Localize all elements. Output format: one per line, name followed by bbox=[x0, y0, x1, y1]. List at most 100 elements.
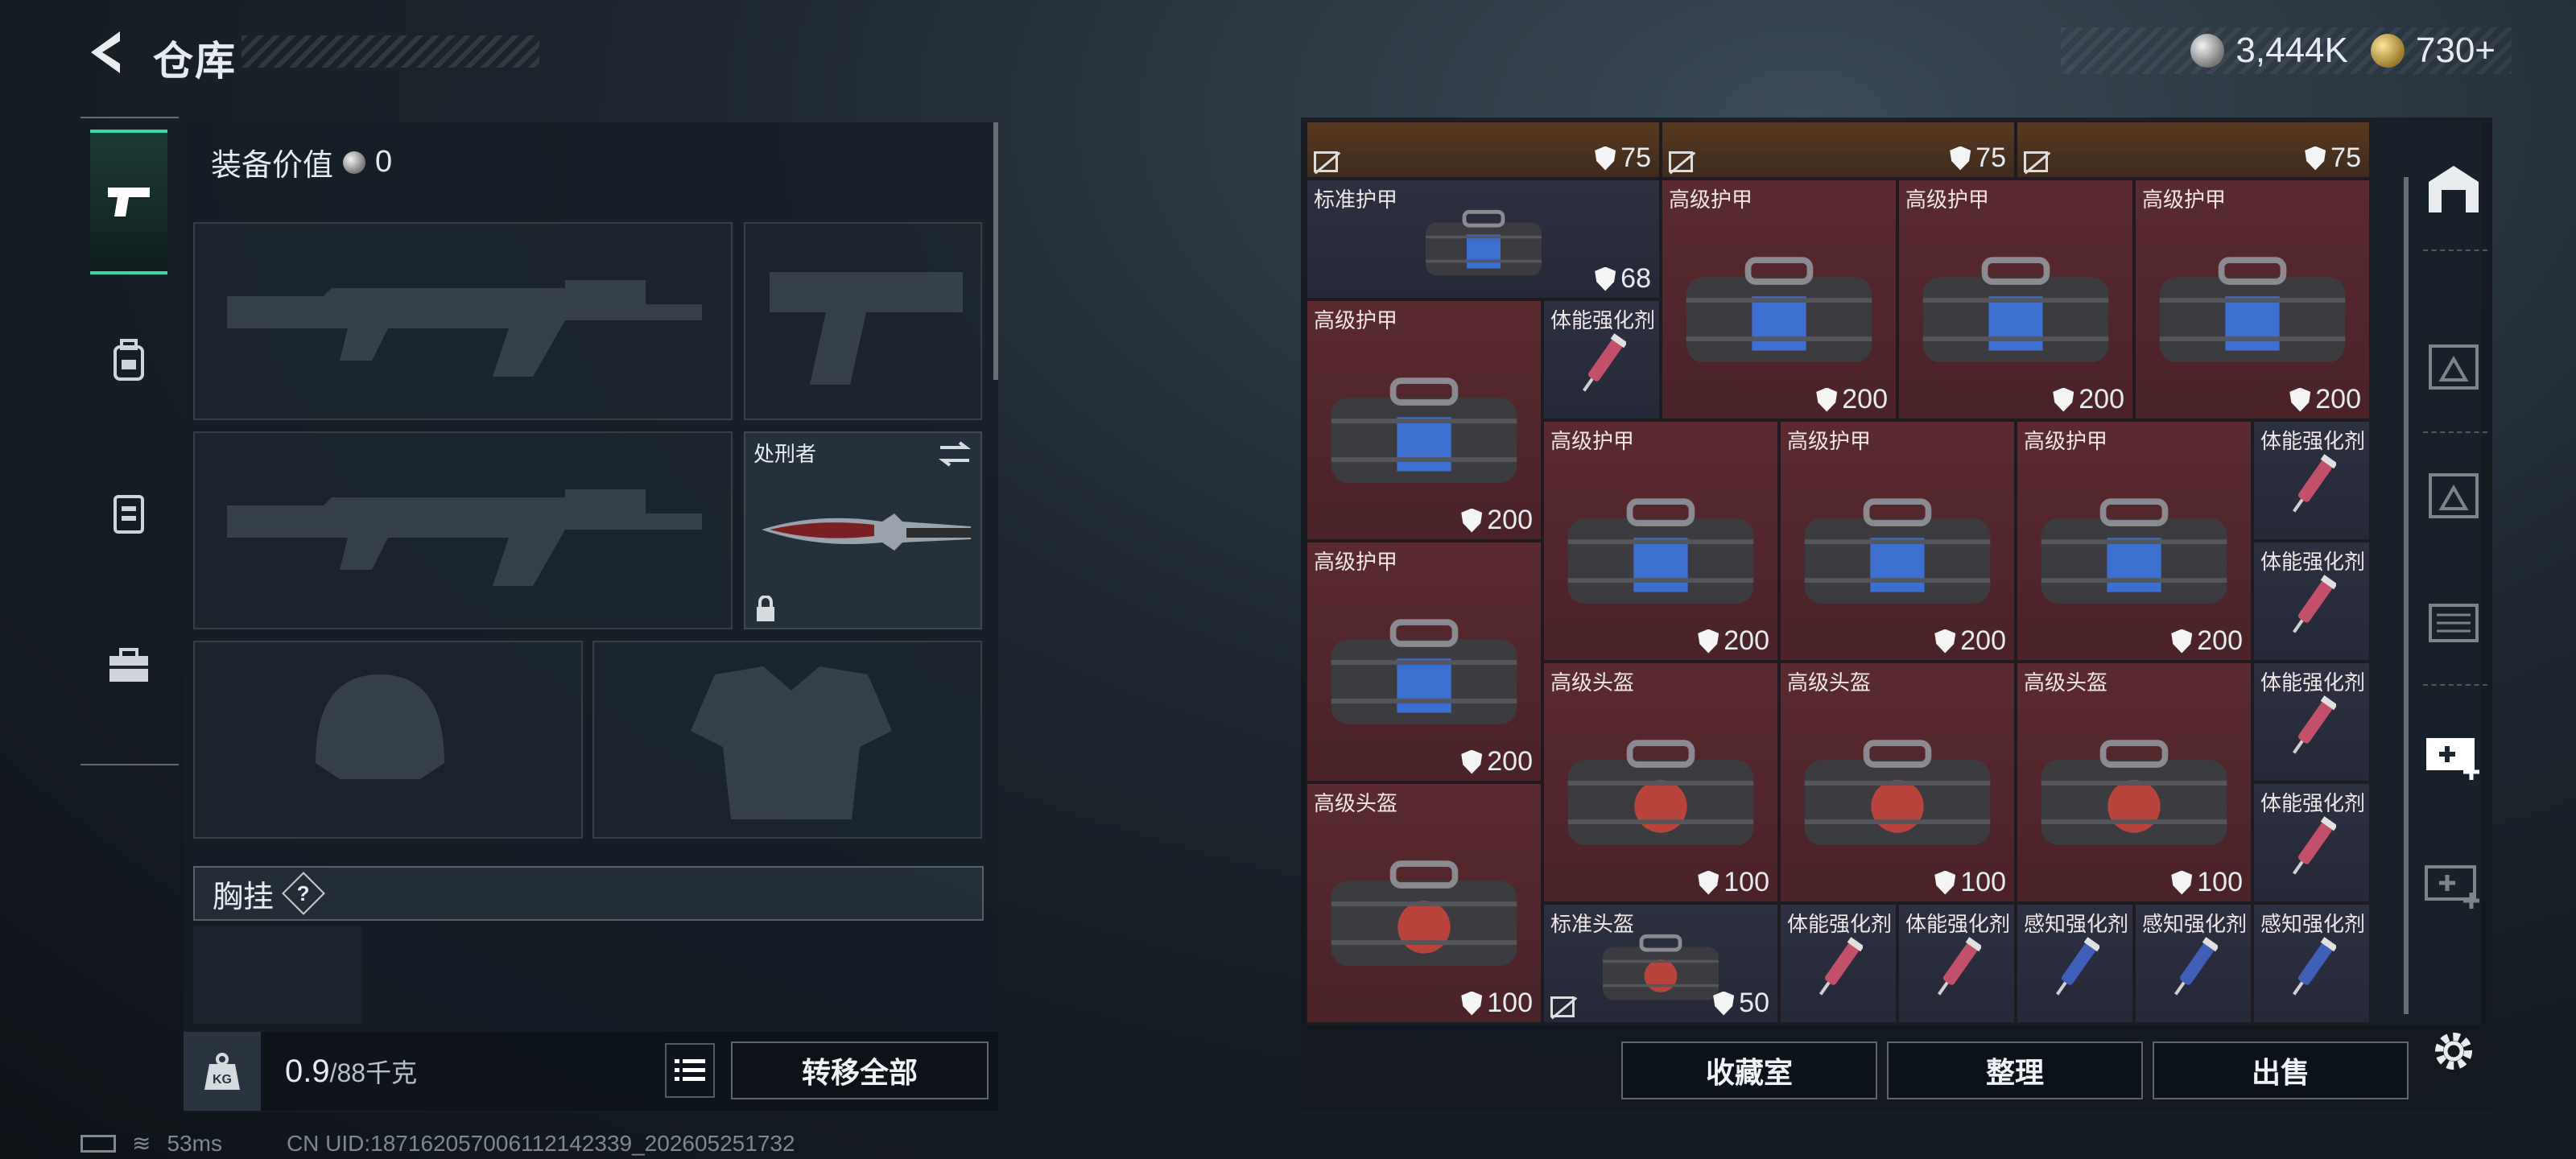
armor-bag-icon bbox=[1915, 239, 2116, 388]
stash-item[interactable]: 体能强化剂 bbox=[2252, 541, 2371, 662]
loadout-scrollbar[interactable] bbox=[993, 122, 998, 380]
shield-icon bbox=[1595, 146, 1616, 171]
settings-button[interactable] bbox=[2415, 1003, 2492, 1099]
item-value: 75 bbox=[1950, 142, 2006, 174]
help-icon[interactable]: ? bbox=[282, 872, 325, 915]
helmet-bag-icon bbox=[1323, 843, 1525, 992]
item-name: 高级头盔 bbox=[1787, 670, 1872, 695]
sell-button[interactable]: 出售 bbox=[2153, 1041, 2409, 1099]
item-value: 75 bbox=[1595, 142, 1651, 174]
stash-item[interactable]: 高级护甲 200 bbox=[1661, 179, 1897, 420]
list-view-button[interactable] bbox=[665, 1043, 715, 1098]
stash-item[interactable]: 高级护甲 200 bbox=[2134, 179, 2371, 420]
back-button[interactable] bbox=[77, 24, 134, 80]
shield-icon bbox=[2305, 146, 2326, 171]
item-value-text: 200 bbox=[1960, 625, 2006, 656]
stash-item[interactable]: 感知强化剂 bbox=[2016, 903, 2134, 1024]
transfer-all-button[interactable]: 转移全部 bbox=[731, 1041, 989, 1099]
nav-toolbox[interactable] bbox=[90, 593, 167, 738]
item-value-text: 75 bbox=[1620, 142, 1651, 173]
backpack-icon bbox=[114, 339, 144, 381]
stash-item[interactable]: 75 bbox=[2016, 121, 2371, 179]
syringe-red-icon bbox=[1933, 932, 1983, 1008]
secondary-weapon-slot[interactable] bbox=[193, 431, 733, 629]
nav-vest[interactable] bbox=[90, 440, 167, 585]
stash-item[interactable]: 体能强化剂 bbox=[2252, 420, 2371, 541]
stash-item[interactable]: 感知强化剂 bbox=[2252, 903, 2371, 1024]
rail-stash[interactable] bbox=[2415, 140, 2492, 237]
stash-item[interactable]: 体能强化剂 bbox=[2252, 782, 2371, 903]
gold-amount[interactable]: 730+ bbox=[2416, 31, 2496, 71]
sort-button[interactable]: 整理 bbox=[1887, 1041, 2143, 1099]
syringe-red-icon bbox=[2288, 691, 2338, 767]
stash-item[interactable]: 高级护甲 200 bbox=[1897, 179, 2134, 420]
stash-item[interactable]: 标准护甲 68 bbox=[1306, 179, 1661, 299]
stash-item[interactable]: 高级护甲 200 bbox=[1306, 541, 1542, 782]
stash-item[interactable]: 75 bbox=[1661, 121, 2016, 179]
stash-item[interactable]: 高级护甲 200 bbox=[2016, 420, 2252, 662]
melee-slot[interactable]: 处刑者 bbox=[744, 431, 982, 629]
weight-kg-icon: KG bbox=[184, 1032, 261, 1111]
rail-container-3[interactable] bbox=[2415, 571, 2492, 668]
item-name: 高级护甲 bbox=[1787, 429, 1872, 453]
rail-container-1[interactable] bbox=[2415, 319, 2492, 415]
stash-item[interactable]: 高级护甲 200 bbox=[1306, 299, 1542, 541]
rail-medkit-2[interactable] bbox=[2415, 834, 2492, 930]
ping-readout: 53ms bbox=[167, 1130, 222, 1156]
stash-item[interactable]: 体能强化剂 bbox=[2252, 662, 2371, 782]
stash-item[interactable]: 高级头盔 100 bbox=[1779, 662, 2016, 903]
syringe-red-icon bbox=[2288, 570, 2338, 646]
battery-icon bbox=[80, 1134, 116, 1153]
stash-item[interactable]: 体能强化剂 bbox=[1779, 903, 1897, 1024]
nav-weapons[interactable] bbox=[90, 130, 167, 274]
rail-divider bbox=[2423, 250, 2487, 251]
shield-icon bbox=[1461, 508, 1483, 533]
loadout-panel: 装备价值 0 处刑者 bbox=[184, 122, 998, 1112]
item-value-text: 100 bbox=[2197, 867, 2243, 897]
stash-item[interactable]: 高级头盔 100 bbox=[2016, 662, 2252, 903]
nav-backpack[interactable] bbox=[90, 287, 167, 432]
rifle-silhouette-icon bbox=[227, 280, 702, 377]
armor-slot[interactable] bbox=[592, 641, 982, 839]
rail-medkit-1[interactable] bbox=[2415, 705, 2492, 802]
item-value-text: 68 bbox=[1620, 263, 1651, 294]
chest-rig-slot[interactable] bbox=[193, 926, 362, 1024]
knife-icon bbox=[762, 514, 971, 551]
helmet-slot[interactable] bbox=[193, 641, 583, 839]
equipment-value: 装备价值 0 bbox=[211, 140, 392, 184]
medkit-icon bbox=[2425, 865, 2479, 909]
shield-icon bbox=[1698, 870, 1719, 895]
rail-container-2[interactable] bbox=[2415, 448, 2492, 544]
stash-item[interactable]: 高级头盔 100 bbox=[1306, 782, 1542, 1024]
swap-icon[interactable] bbox=[937, 439, 972, 468]
item-name: 高级头盔 bbox=[2024, 670, 2108, 695]
vest-icon bbox=[114, 495, 144, 534]
stash-item[interactable]: 标准头盔 50 bbox=[1542, 903, 1779, 1024]
weight-current: 0.9 bbox=[285, 1054, 330, 1089]
armor-bag-icon bbox=[1678, 239, 1880, 388]
shield-icon bbox=[2289, 387, 2311, 412]
stash-item[interactable]: 75 bbox=[1306, 121, 1661, 179]
item-value-text: 200 bbox=[1487, 505, 1533, 535]
item-value: 200 bbox=[1698, 625, 1769, 657]
shield-icon bbox=[2053, 387, 2074, 412]
item-value-text: 75 bbox=[2330, 142, 2361, 173]
stash-item[interactable]: 高级头盔 100 bbox=[1542, 662, 1779, 903]
stash-item[interactable]: 高级护甲 200 bbox=[1542, 420, 1779, 662]
item-value: 200 bbox=[2289, 384, 2361, 415]
helmet-bag-icon bbox=[1560, 722, 1761, 871]
item-value: 68 bbox=[1595, 263, 1651, 295]
stash-item[interactable]: 体能强化剂 bbox=[1542, 299, 1661, 420]
stash-item[interactable]: 体能强化剂 bbox=[1897, 903, 2016, 1024]
armor-bag-icon bbox=[1560, 481, 1761, 629]
pistol-slot[interactable] bbox=[744, 222, 982, 420]
stash-scrollbar[interactable] bbox=[2404, 177, 2409, 1014]
item-value-text: 200 bbox=[2315, 384, 2361, 415]
stash-item[interactable]: 感知强化剂 bbox=[2134, 903, 2252, 1024]
primary-weapon-slot[interactable] bbox=[193, 222, 733, 420]
stash-item[interactable]: 高级护甲 200 bbox=[1779, 420, 2016, 662]
chevron-left-icon bbox=[91, 31, 120, 73]
collection-button[interactable]: 收藏室 bbox=[1621, 1041, 1877, 1099]
item-name: 高级护甲 bbox=[1669, 188, 1753, 212]
syringe-blue-icon bbox=[2288, 932, 2338, 1008]
